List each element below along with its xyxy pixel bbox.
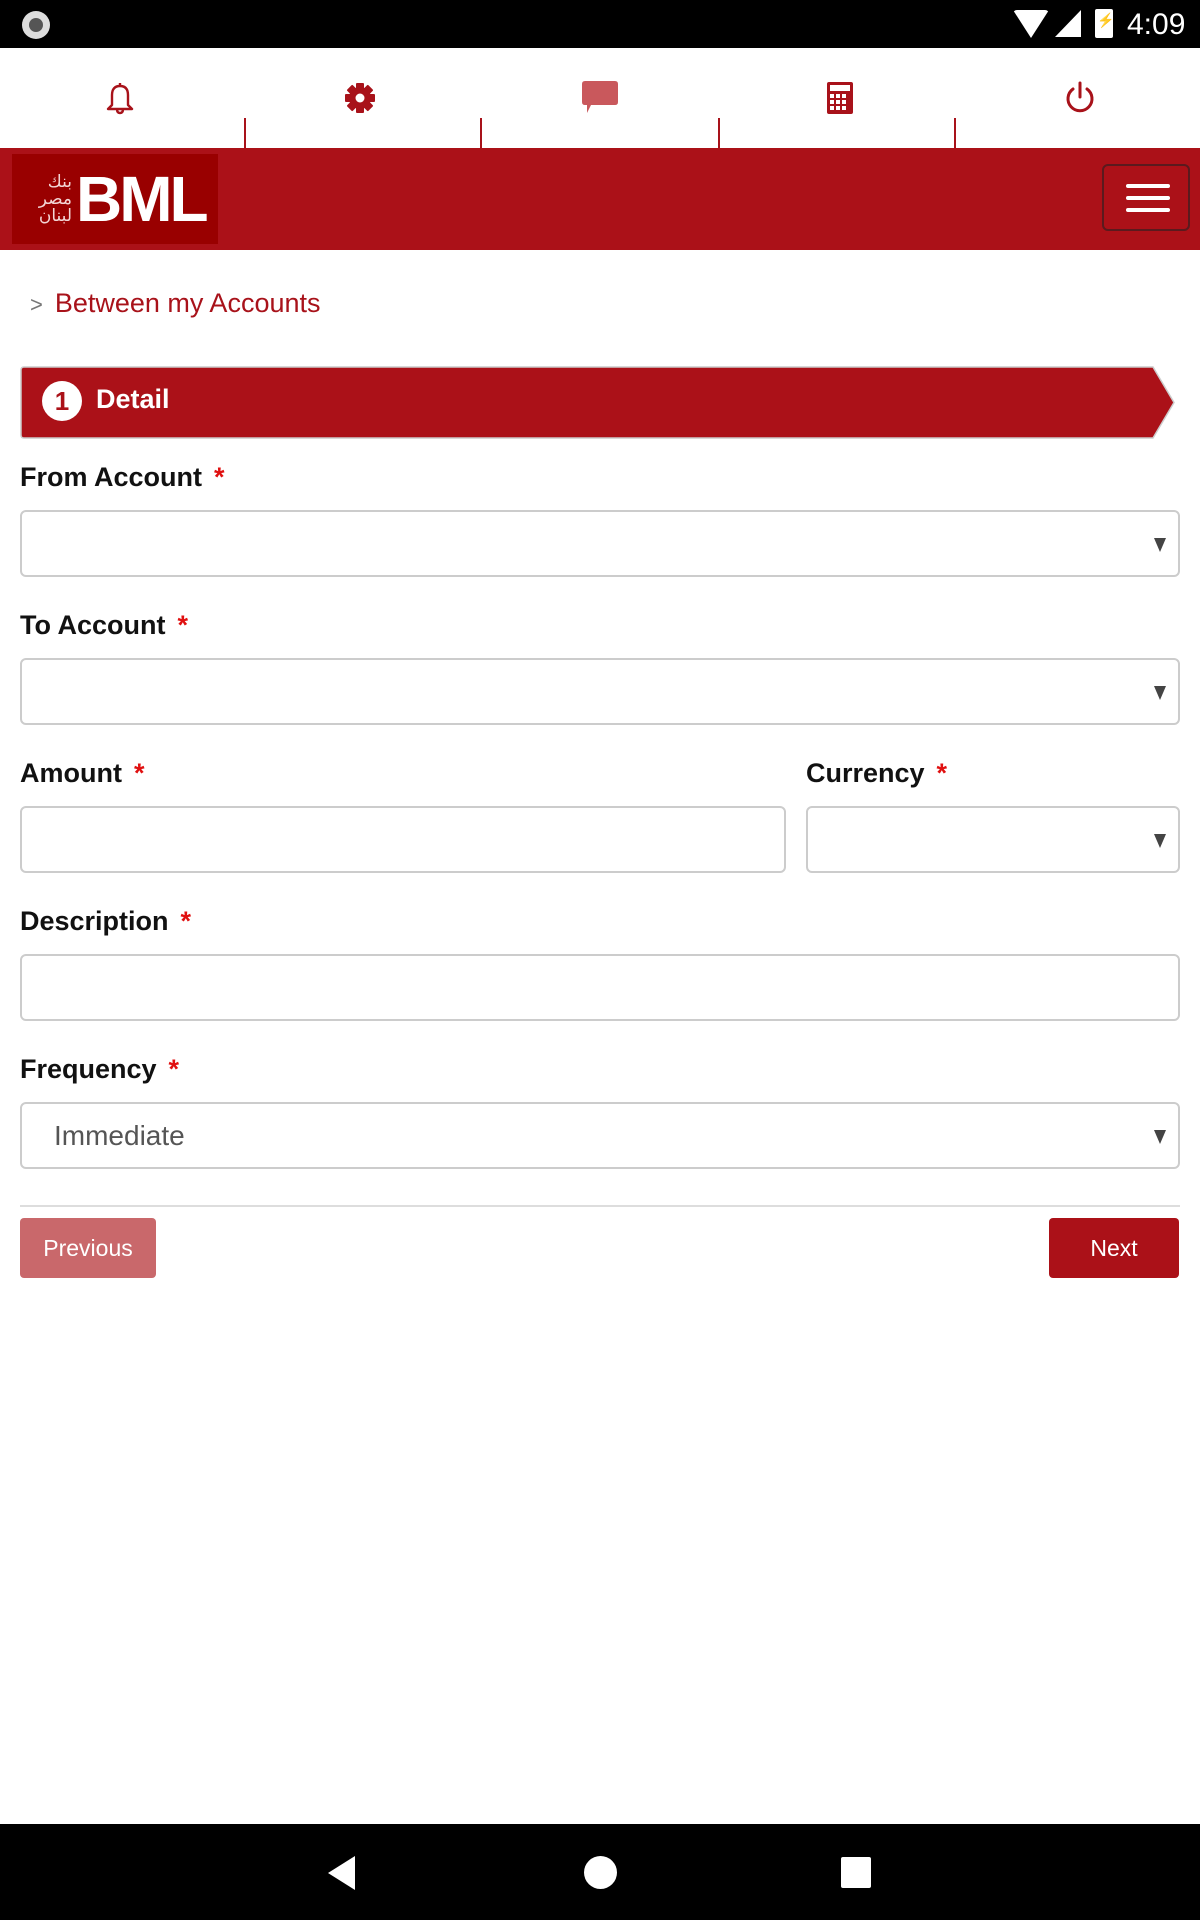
- step-arrow-shape: [20, 366, 1175, 439]
- status-time: 4:09: [1127, 8, 1186, 41]
- label-text: To Account: [20, 610, 166, 640]
- hamburger-icon: [1126, 208, 1170, 212]
- top-icon-bar: [0, 48, 1200, 170]
- next-button[interactable]: Next: [1049, 1218, 1179, 1278]
- label-text: Amount: [20, 758, 122, 788]
- cell-signal-icon: [1055, 10, 1081, 37]
- dropdown-caret-icon: [1154, 1130, 1166, 1144]
- dropdown-caret-icon: [1154, 686, 1166, 700]
- required-mark: *: [180, 906, 192, 936]
- required-mark: *: [936, 758, 948, 788]
- hamburger-icon: [1126, 196, 1170, 200]
- breadcrumb: > Between my Accounts: [30, 288, 321, 319]
- description-input[interactable]: [20, 954, 1180, 1021]
- settings-button[interactable]: [240, 48, 480, 148]
- logout-button[interactable]: [960, 48, 1200, 148]
- menu-toggle-button[interactable]: [1102, 164, 1190, 231]
- step-number: 1: [42, 381, 82, 421]
- description-label: Description *: [20, 906, 191, 937]
- home-icon[interactable]: [584, 1856, 617, 1889]
- messages-button[interactable]: [480, 48, 720, 148]
- battery-charging-icon: [1095, 9, 1114, 38]
- label-text: From Account: [20, 462, 202, 492]
- android-nav-bar: [0, 1824, 1200, 1920]
- currency-label: Currency *: [806, 758, 947, 789]
- status-bar: 4:09: [0, 0, 1200, 48]
- step-indicator: 1 Detail: [20, 366, 1175, 439]
- wifi-icon: [1013, 10, 1049, 38]
- breadcrumb-current[interactable]: Between my Accounts: [55, 288, 321, 318]
- logo-text: BML: [76, 163, 209, 235]
- label-text: Frequency: [20, 1054, 157, 1084]
- logo-arabic-text: بنك مصر لبنان: [38, 171, 72, 226]
- label-text: Currency: [806, 758, 925, 788]
- previous-button[interactable]: Previous: [20, 1218, 156, 1278]
- notifications-button[interactable]: [0, 48, 240, 148]
- hamburger-icon: [1126, 184, 1170, 188]
- step-label: Detail: [96, 384, 170, 414]
- screen-record-icon: [22, 11, 50, 39]
- required-mark: *: [214, 462, 225, 492]
- gear-icon: [345, 83, 375, 113]
- back-icon[interactable]: [328, 1856, 355, 1890]
- calculator-icon: [827, 82, 853, 114]
- dropdown-caret-icon: [1154, 834, 1166, 848]
- recents-icon[interactable]: [841, 1857, 871, 1888]
- required-mark: *: [133, 758, 145, 788]
- frequency-value: Immediate: [54, 1120, 185, 1151]
- form-divider: [20, 1205, 1180, 1207]
- to-account-select[interactable]: [20, 658, 1180, 725]
- amount-input[interactable]: [20, 806, 786, 873]
- to-account-label: To Account *: [20, 610, 188, 641]
- power-icon: [1066, 81, 1094, 113]
- required-mark: *: [177, 610, 188, 640]
- currency-select[interactable]: [806, 806, 1180, 873]
- dropdown-caret-icon: [1154, 538, 1166, 552]
- frequency-select[interactable]: Immediate: [20, 1102, 1180, 1169]
- chat-bubble-icon: [582, 81, 618, 113]
- calculator-button[interactable]: [720, 48, 960, 148]
- from-account-select[interactable]: [20, 510, 1180, 577]
- bell-icon: [106, 83, 134, 115]
- breadcrumb-separator: >: [30, 292, 43, 317]
- required-mark: *: [168, 1054, 180, 1084]
- app-header: بنك مصر لبنان BML: [0, 148, 1200, 250]
- amount-label: Amount *: [20, 758, 145, 789]
- frequency-label: Frequency *: [20, 1054, 179, 1085]
- bml-logo[interactable]: بنك مصر لبنان BML: [12, 154, 218, 244]
- from-account-label: From Account *: [20, 462, 225, 493]
- label-text: Description: [20, 906, 169, 936]
